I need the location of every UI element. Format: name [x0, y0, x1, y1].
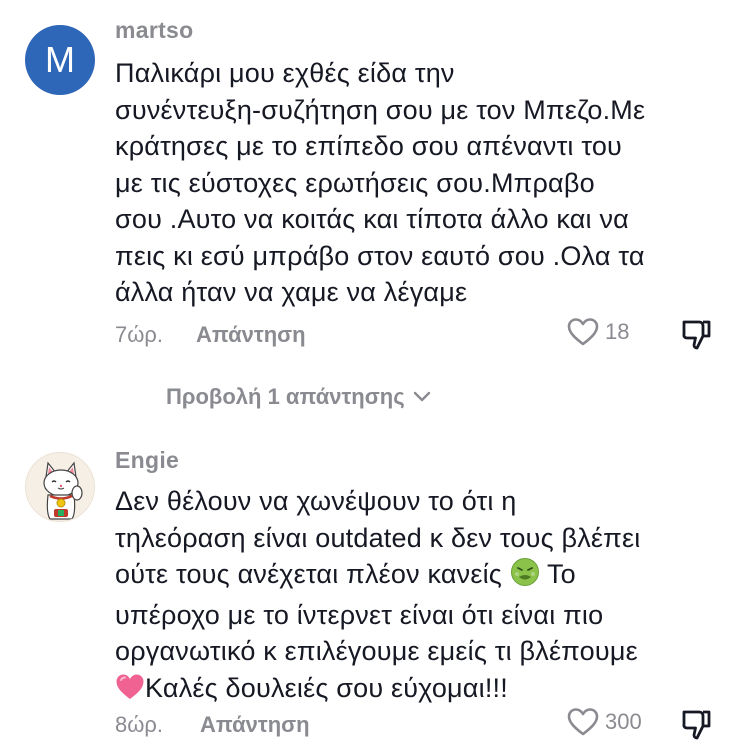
comment-text: Παλικάρι μου εχθές είδα την συνέντευξη-σ… — [115, 58, 646, 307]
view-replies-button[interactable]: Προβολή 1 απάντησης — [166, 384, 431, 410]
comment-time: 7ώρ. — [115, 322, 164, 347]
like-count: 18 — [605, 319, 630, 344]
avatar-letter: M — [45, 39, 75, 80]
comment-line: οργανωτικό κ επιλέγουμε εμείς τι βλέπουμ… — [115, 636, 638, 666]
comment-line: υπέροχο με το ίντερνετ είναι ότι είναι π… — [115, 599, 604, 630]
like-count: 300 — [605, 709, 642, 734]
heart-icon — [567, 708, 599, 736]
reply-button[interactable]: Απάντηση — [196, 322, 306, 348]
lucky-cat-icon — [43, 461, 83, 520]
comment-line-text: Το — [546, 559, 576, 589]
dislike-button[interactable] — [679, 708, 713, 747]
comment-username[interactable]: martso — [115, 17, 194, 44]
avatar[interactable]: M — [25, 25, 95, 95]
comment-engie: Engie Δεν θέλουν να χωνέψουν το ότι η τη… — [0, 440, 738, 746]
like-button[interactable]: 18 — [567, 317, 629, 347]
comment-line: ούτε τους ανέχεται πλέον κανείς Το — [115, 556, 725, 597]
chevron-down-icon — [413, 391, 430, 402]
comment-line-text: ούτε τους ανέχεται πλέον κανείς — [115, 559, 503, 589]
comment-line: Καλές δουλειές σου εύχομαι!!! — [115, 670, 725, 711]
comment-martso: M martso Παλικάρι μου εχθές είδα την συν… — [0, 0, 738, 370]
comment-line-text: Καλές δουλειές σου εύχομαι!!! — [145, 672, 508, 703]
pink-heart-icon — [115, 673, 145, 711]
thumbs-down-icon — [682, 320, 711, 350]
avatar[interactable] — [25, 452, 95, 522]
dislike-button[interactable] — [679, 318, 713, 357]
comment-text: Δεν θέλουν να χωνέψουν το ότι η τηλεόρασ… — [115, 483, 725, 710]
comment-line: Δεν θέλουν να χωνέψουν το ότι η — [115, 486, 517, 516]
heart-icon — [567, 318, 599, 346]
comment-username[interactable]: Engie — [115, 447, 179, 474]
reply-button[interactable]: Απάντηση — [200, 712, 310, 738]
comment-line: τηλεόραση είναι outdated κ δεν τους βλέπ… — [115, 522, 641, 553]
thumbs-down-icon — [682, 710, 711, 740]
view-replies-label: Προβολή 1 απάντησης — [166, 384, 405, 409]
nauseated-face-icon — [510, 557, 540, 597]
like-button[interactable]: 300 — [567, 707, 642, 737]
comment-time: 8ώρ. — [115, 712, 164, 737]
